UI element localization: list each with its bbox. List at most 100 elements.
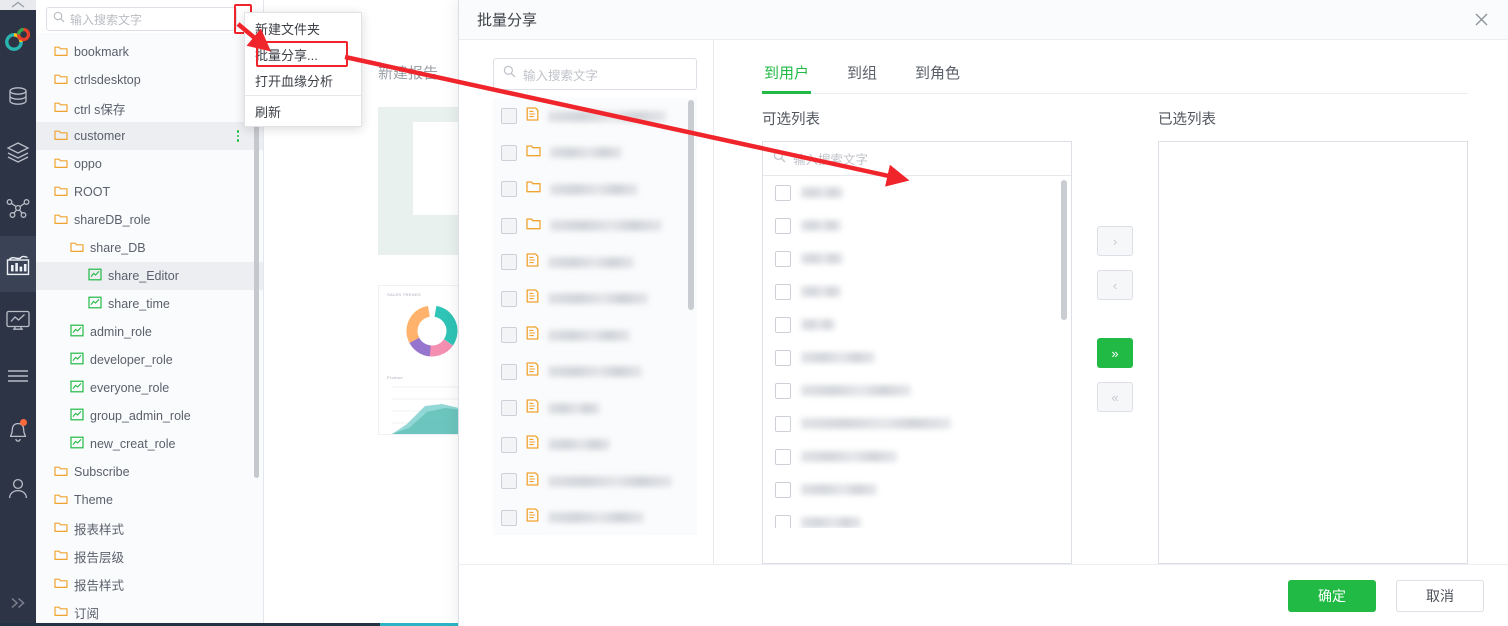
available-search-input[interactable]: 输入搜索文字 — [763, 142, 1071, 176]
picker-list-item[interactable] — [493, 171, 697, 208]
picker-item-checkbox[interactable] — [501, 473, 517, 490]
tree-item-Subscribe[interactable]: Subscribe — [36, 458, 263, 486]
context-menu-item-3[interactable]: 刷新 — [245, 98, 361, 124]
cancel-button[interactable]: 取消 — [1396, 579, 1484, 612]
close-icon[interactable] — [1470, 9, 1492, 31]
picker-list-item[interactable] — [493, 244, 697, 281]
available-item-checkbox[interactable] — [775, 448, 791, 465]
tree-item-customer[interactable]: customer — [36, 122, 263, 150]
bell-icon[interactable] — [0, 404, 36, 460]
move-all-left-button[interactable]: « — [1097, 382, 1133, 412]
tree-item-everyone_role[interactable]: everyone_role — [36, 374, 263, 402]
rail-expand-button[interactable] — [0, 580, 36, 626]
available-item-checkbox[interactable] — [775, 250, 791, 267]
layers-icon[interactable] — [0, 124, 36, 180]
tree-item-new_creat_role[interactable]: new_creat_role — [36, 430, 263, 458]
picker-list-item[interactable] — [493, 281, 697, 318]
picker-item-checkbox[interactable] — [501, 400, 517, 417]
available-item-checkbox[interactable] — [775, 184, 791, 201]
tree-item-报告层级[interactable]: 报告层级 — [36, 542, 263, 570]
available-item-checkbox[interactable] — [775, 514, 791, 528]
available-list-item[interactable] — [763, 209, 1071, 242]
tree-item-报告样式[interactable]: 报告样式 — [36, 570, 263, 598]
picker-search-input[interactable]: 输入搜索文字 — [493, 58, 697, 90]
tab-0[interactable]: 到用户 — [762, 56, 812, 94]
picker-list-item[interactable] — [493, 500, 697, 536]
picker-list-item[interactable] — [493, 354, 697, 391]
picker-list-item[interactable] — [493, 427, 697, 464]
move-left-button[interactable]: ‹ — [1097, 270, 1133, 300]
available-item-checkbox[interactable] — [775, 349, 791, 366]
tree-item-ctrl-s保存[interactable]: ctrl s保存 — [36, 94, 263, 122]
sidebar-scrollbar[interactable] — [254, 78, 259, 478]
available-list-item[interactable] — [763, 473, 1071, 506]
search-input[interactable]: 输入搜索文字 — [46, 7, 237, 31]
logo-icon[interactable] — [0, 10, 36, 68]
picker-list-item[interactable] — [493, 390, 697, 427]
available-list-item[interactable] — [763, 440, 1071, 473]
picker-item-checkbox[interactable] — [501, 363, 517, 380]
available-item-checkbox[interactable] — [775, 481, 791, 498]
available-item-checkbox[interactable] — [775, 382, 791, 399]
available-list-item[interactable] — [763, 374, 1071, 407]
tree-item-ctrlsdesktop[interactable]: ctrlsdesktop — [36, 66, 263, 94]
tree-item-oppo[interactable]: oppo — [36, 150, 263, 178]
menu-lines-icon[interactable] — [0, 348, 36, 404]
picker-item-checkbox[interactable] — [501, 144, 517, 161]
tree-item-group_admin_role[interactable]: group_admin_role — [36, 402, 263, 430]
available-list-item[interactable] — [763, 242, 1071, 275]
picker-item-checkbox[interactable] — [501, 436, 517, 453]
rail-collapse-caret[interactable] — [0, 0, 36, 10]
tree-item-share_DB[interactable]: share_DB — [36, 234, 263, 262]
context-menu-item-2[interactable]: 打开血缘分析 — [245, 67, 361, 93]
available-item-checkbox[interactable] — [775, 415, 791, 432]
tab-1[interactable]: 到组 — [845, 56, 879, 93]
picker-list-scrollbar[interactable] — [688, 100, 694, 310]
available-list-item[interactable] — [763, 407, 1071, 440]
available-item-checkbox[interactable] — [775, 217, 791, 234]
picker-item-checkbox[interactable] — [501, 217, 517, 234]
picker-item-checkbox[interactable] — [501, 327, 517, 344]
network-icon[interactable] — [0, 180, 36, 236]
picker-item-checkbox[interactable] — [501, 254, 517, 271]
tree-item-share_time[interactable]: share_time — [36, 290, 263, 318]
tab-2[interactable]: 到角色 — [913, 56, 962, 93]
move-right-button[interactable]: › — [1097, 226, 1133, 256]
tree-item-developer_role[interactable]: developer_role — [36, 346, 263, 374]
picker-item-checkbox[interactable] — [501, 290, 517, 307]
picker-item-checkbox[interactable] — [501, 108, 517, 125]
available-list-item[interactable] — [763, 275, 1071, 308]
available-list-scrollbar[interactable] — [1061, 180, 1067, 320]
tree-item-Theme[interactable]: Theme — [36, 486, 263, 514]
tree-item-more-button[interactable] — [236, 130, 239, 142]
available-list-item[interactable] — [763, 176, 1071, 209]
confirm-button[interactable]: 确定 — [1288, 579, 1376, 612]
context-menu-item-1[interactable]: 批量分享... — [245, 41, 361, 67]
tree-item-share_Editor[interactable]: share_Editor — [36, 262, 263, 290]
user-icon[interactable] — [0, 460, 36, 516]
tree-item-bookmark[interactable]: bookmark — [36, 38, 263, 66]
picker-item-checkbox[interactable] — [501, 509, 517, 526]
picker-list-item[interactable] — [493, 208, 697, 245]
folder-icon — [54, 521, 68, 536]
database-icon[interactable] — [0, 68, 36, 124]
tree-item-admin_role[interactable]: admin_role — [36, 318, 263, 346]
picker-list-item[interactable] — [493, 317, 697, 354]
picker-list-item[interactable] — [493, 135, 697, 172]
move-all-right-button[interactable]: » — [1097, 338, 1133, 368]
available-list-item[interactable] — [763, 341, 1071, 374]
picker-list-item[interactable] — [493, 98, 697, 135]
picker-item-checkbox[interactable] — [501, 181, 517, 198]
picker-list-item[interactable] — [493, 463, 697, 500]
available-list-item[interactable] — [763, 506, 1071, 528]
available-item-checkbox[interactable] — [775, 283, 791, 300]
selected-box[interactable] — [1158, 141, 1468, 564]
context-menu-item-0[interactable]: 新建文件夹 — [245, 15, 361, 41]
tree-item-ROOT[interactable]: ROOT — [36, 178, 263, 206]
tree-item-报表样式[interactable]: 报表样式 — [36, 514, 263, 542]
available-list-item[interactable] — [763, 308, 1071, 341]
sidebar-item-reports[interactable] — [0, 236, 36, 292]
monitor-chart-icon[interactable] — [0, 292, 36, 348]
available-item-checkbox[interactable] — [775, 316, 791, 333]
tree-item-shareDB_role[interactable]: shareDB_role — [36, 206, 263, 234]
